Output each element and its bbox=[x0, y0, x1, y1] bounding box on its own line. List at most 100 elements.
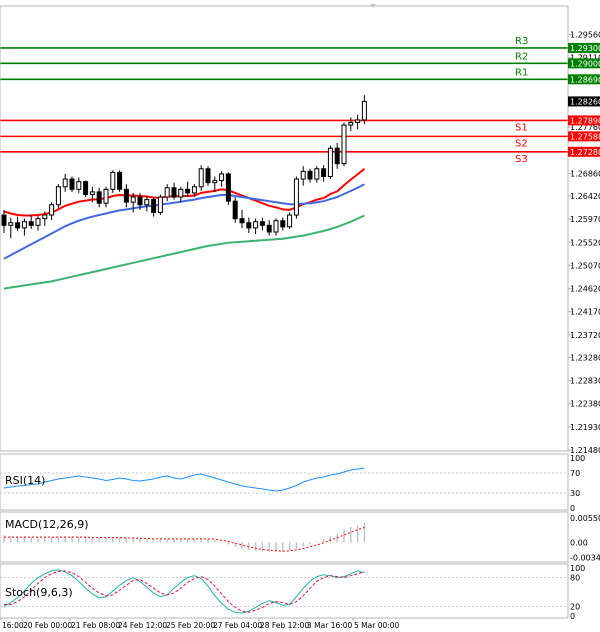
stoch-tick-label: 0 bbox=[570, 612, 575, 621]
level-label-r3: R3 bbox=[515, 36, 528, 47]
candle-body-bull bbox=[130, 196, 136, 203]
candle-body-bull bbox=[178, 188, 184, 198]
rsi-tick-label: 70 bbox=[570, 469, 580, 478]
candle-body-bull bbox=[164, 187, 170, 198]
level-label-s1: S1 bbox=[515, 122, 528, 133]
candle-body-bull bbox=[103, 188, 109, 204]
time-tick-label: 24 Feb 12:00 bbox=[118, 621, 167, 630]
level-price-label: 1.27280 bbox=[570, 148, 600, 157]
stoch-tick-label: 20 bbox=[570, 602, 580, 611]
time-tick-label: 16:00 bbox=[2, 621, 24, 630]
level-price-label: 1.27580 bbox=[570, 132, 600, 141]
candle-body-bull bbox=[89, 191, 95, 195]
time-tick-label: 25 Feb 20:00 bbox=[166, 621, 215, 630]
forex-chart: 1.295601.291101.282601.277601.273101.268… bbox=[0, 0, 600, 632]
level-price-label: 1.29000 bbox=[570, 59, 600, 68]
time-tick-label: 21 Feb 08:00 bbox=[71, 621, 120, 630]
candle-body-bull bbox=[21, 221, 27, 229]
candle-body-bull bbox=[55, 186, 61, 206]
candle-body-bull bbox=[287, 214, 293, 228]
candle-body-bear bbox=[259, 221, 265, 226]
candle-body-bull bbox=[253, 221, 259, 229]
stoch-tick-label: 80 bbox=[570, 574, 580, 583]
candle-body-bear bbox=[246, 222, 252, 229]
macd-title: MACD(12,26,9) bbox=[5, 518, 89, 531]
stoch-title: Stoch(9,6,3) bbox=[5, 586, 73, 599]
candle-body-bear bbox=[266, 224, 272, 233]
candle-body-bull bbox=[35, 218, 41, 226]
candle-body-bull bbox=[110, 171, 116, 190]
candle-body-bull bbox=[355, 119, 361, 123]
candle-body-bear bbox=[96, 191, 102, 204]
macd-tick-label: 0.005502 bbox=[570, 514, 600, 523]
candle-body-bull bbox=[327, 147, 333, 177]
time-tick-label: 27 Feb 04:00 bbox=[213, 621, 262, 630]
candle-body-bull bbox=[157, 196, 163, 213]
candle-body-bull bbox=[76, 181, 82, 190]
rsi-tick-label: 100 bbox=[570, 454, 585, 463]
candle-body-bull bbox=[198, 168, 204, 188]
candle-body-bull bbox=[348, 121, 354, 126]
time-tick-label: 5 Mar 00:00 bbox=[354, 621, 400, 630]
candle-body-bear bbox=[171, 187, 177, 198]
price-tick-label: 1.23280 bbox=[570, 353, 600, 362]
candle-body-bear bbox=[225, 173, 231, 202]
candle-body-bull bbox=[42, 214, 48, 220]
candle-body-bull bbox=[341, 124, 347, 165]
candle-body-bear bbox=[185, 188, 191, 194]
level-price-label: 1.29300 bbox=[570, 44, 600, 53]
candle-body-bear bbox=[151, 199, 157, 213]
price-tick-label: 1.25070 bbox=[570, 261, 600, 270]
candle-body-bull bbox=[219, 173, 225, 182]
candle-body-bear bbox=[117, 171, 123, 190]
candle-body-bear bbox=[334, 147, 340, 165]
candle-body-bear bbox=[137, 196, 143, 206]
rsi-tick-label: 30 bbox=[570, 489, 580, 498]
level-label-r2: R2 bbox=[515, 51, 528, 62]
candle-body-bull bbox=[191, 186, 197, 194]
candle-body-bear bbox=[321, 168, 327, 177]
price-tick-label: 1.22380 bbox=[570, 400, 600, 409]
macd-tick-label: 0.00 bbox=[570, 538, 588, 547]
last-price-label: 1.28260 bbox=[570, 97, 600, 106]
time-tick-label: 28 Feb 12:00 bbox=[260, 621, 309, 630]
candle-body-bear bbox=[307, 170, 313, 180]
candle-body-bear bbox=[28, 221, 34, 226]
candle-body-bear bbox=[123, 188, 129, 203]
candle-body-bull bbox=[314, 168, 320, 180]
candle-body-bull bbox=[144, 199, 150, 206]
candle-body-bear bbox=[239, 218, 245, 224]
candle-body-bull bbox=[273, 220, 279, 233]
candle-body-bear bbox=[1, 214, 7, 226]
candle-body-bull bbox=[361, 100, 367, 121]
level-label-s3: S3 bbox=[515, 154, 528, 165]
price-tick-label: 1.22830 bbox=[570, 377, 600, 386]
rsi-tick-label: 0 bbox=[570, 504, 575, 513]
price-tick-label: 1.21930 bbox=[570, 423, 600, 432]
price-tick-label: 1.24170 bbox=[570, 308, 600, 317]
level-price-label: 1.27890 bbox=[570, 116, 600, 125]
candle-body-bear bbox=[69, 178, 75, 190]
level-price-label: 1.28690 bbox=[570, 75, 600, 84]
rsi-title: RSI(14) bbox=[5, 474, 45, 487]
time-tick-label: 20 Feb 00:00 bbox=[23, 621, 72, 630]
time-tick-label: 3 Mar 16:00 bbox=[307, 621, 353, 630]
price-tick-label: 1.23720 bbox=[570, 331, 600, 340]
level-label-s2: S2 bbox=[515, 138, 528, 149]
candle-body-bear bbox=[15, 222, 21, 229]
price-tick-label: 1.26420 bbox=[570, 192, 600, 201]
price-tick-label: 1.25520 bbox=[570, 238, 600, 247]
stoch-tick-label: 100 bbox=[570, 564, 585, 573]
price-tick-label: 1.29560 bbox=[570, 31, 600, 40]
candle-body-bear bbox=[83, 181, 89, 195]
price-tick-label: 1.24620 bbox=[570, 285, 600, 294]
candle-body-bear bbox=[232, 200, 238, 220]
macd-tick-label: -0.003457 bbox=[570, 554, 600, 563]
candle-body-bull bbox=[293, 178, 299, 216]
candle-body-bull bbox=[212, 180, 218, 184]
candle-body-bear bbox=[205, 168, 211, 184]
candle-body-bull bbox=[8, 222, 14, 226]
candle-body-bull bbox=[300, 170, 306, 180]
level-label-r1: R1 bbox=[515, 67, 528, 78]
candle-body-bear bbox=[280, 220, 286, 228]
